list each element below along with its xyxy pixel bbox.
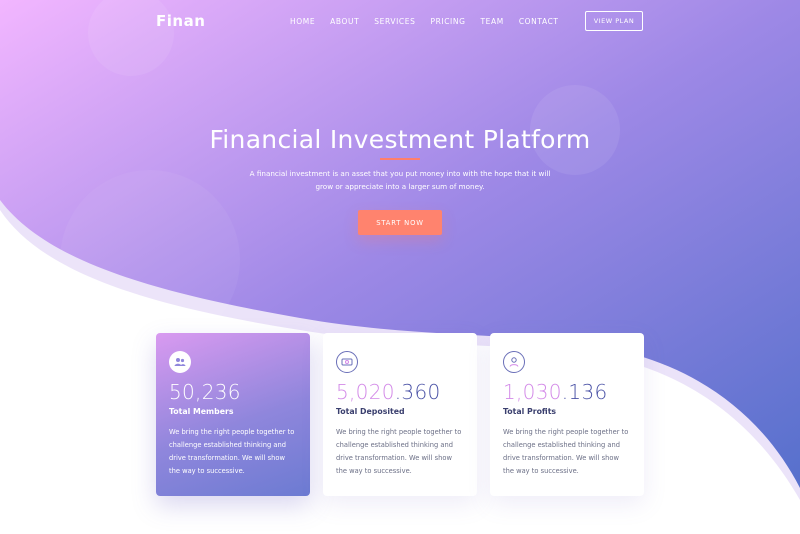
nav-about[interactable]: ABOUT xyxy=(330,17,359,26)
view-plan-button[interactable]: VIEW PLAN xyxy=(585,11,643,31)
nav-team[interactable]: TEAM xyxy=(481,17,504,26)
stat-label: Total Deposited xyxy=(336,407,405,416)
nav-contact[interactable]: CONTACT xyxy=(519,17,559,26)
stat-card-members[interactable]: 50,236 Total Members We bring the right … xyxy=(156,333,310,496)
stat-value-prefix: 5,020 xyxy=(336,380,395,404)
stat-value-prefix: 1,030 xyxy=(503,380,562,404)
nav-home[interactable]: HOME xyxy=(290,17,315,26)
stat-value: 5,020.360 xyxy=(336,380,464,404)
stat-value-suffix: .136 xyxy=(561,380,608,404)
stat-value-suffix: .360 xyxy=(394,380,441,404)
stat-description: We bring the right people together to ch… xyxy=(336,428,462,475)
users-icon xyxy=(169,351,191,373)
profit-icon xyxy=(503,351,525,373)
hero-description: A financial investment is an asset that … xyxy=(249,169,551,191)
stat-card-deposited[interactable]: 5,020.360 Total Deposited We bring the r… xyxy=(323,333,477,496)
money-icon xyxy=(336,351,358,373)
hero-title: Financial Investment Platform xyxy=(209,125,591,154)
logo[interactable]: Finan xyxy=(156,12,205,30)
stat-value: 1,030.136 xyxy=(503,380,631,404)
stat-description: We bring the right people together to ch… xyxy=(169,428,295,475)
stat-label: Total Members xyxy=(169,407,234,416)
stat-description: We bring the right people together to ch… xyxy=(503,428,629,475)
stat-label: Total Profits xyxy=(503,407,557,416)
stat-card-profits[interactable]: 1,030.136 Total Profits We bring the rig… xyxy=(490,333,644,496)
decor-circle xyxy=(60,170,240,350)
start-now-button[interactable]: START NOW xyxy=(358,210,442,235)
nav-services[interactable]: SERVICES xyxy=(374,17,415,26)
nav-menu: HOME ABOUT SERVICES PRICING TEAM CONTACT xyxy=(290,17,574,26)
stat-value: 50,236 xyxy=(169,380,241,404)
nav-pricing[interactable]: PRICING xyxy=(430,17,465,26)
title-underline xyxy=(380,158,420,160)
navbar: Finan HOME ABOUT SERVICES PRICING TEAM C… xyxy=(0,0,800,44)
